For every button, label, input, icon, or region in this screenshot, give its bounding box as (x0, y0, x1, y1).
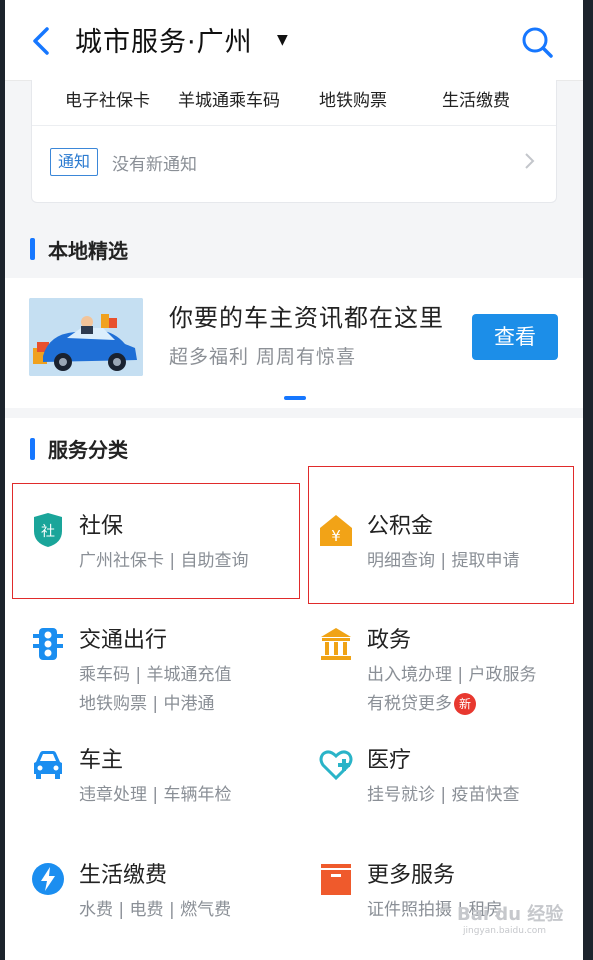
traffic-light-icon (33, 628, 63, 660)
medical-heart-icon (319, 750, 353, 781)
page-title[interactable]: 城市服务·广州 (75, 20, 253, 59)
carousel-indicator (284, 396, 306, 400)
promo-banner[interactable]: 你要的车主资讯都在这里 超多福利 周周有惊喜 查看 (5, 278, 583, 408)
city-dropdown-caret-icon[interactable]: ▼ (277, 32, 288, 48)
service-desc: 挂号就诊 | 疫苗快查 (367, 785, 520, 805)
highlight-box-social-security (12, 483, 300, 599)
phone-screen: 城市服务·广州 ▼ 电子社保卡 羊城通乘车码 地铁购票 生活缴费 通知 没有新通… (5, 0, 583, 960)
car-promo-image (29, 298, 143, 376)
car-icon (34, 751, 62, 779)
service-name: 更多服务 (367, 863, 456, 888)
service-desc-more: 地铁购票 | 中港通 (79, 694, 215, 714)
back-arrow-icon[interactable] (29, 26, 55, 56)
quick-link-yct-code[interactable]: 羊城通乘车码 (178, 86, 280, 111)
section-title-services: 服务分类 (48, 438, 128, 462)
new-badge: 新 (454, 693, 476, 715)
quick-links-card: 电子社保卡 羊城通乘车码 地铁购票 生活缴费 通知 没有新通知 (31, 80, 557, 203)
section-accent-bar (30, 238, 35, 260)
nav-header: 城市服务·广州 ▼ (5, 0, 583, 81)
chevron-right-icon[interactable] (524, 152, 536, 170)
box-icon (321, 864, 351, 895)
service-medical[interactable]: 医疗 挂号就诊 | 疫苗快查 (319, 742, 579, 822)
quick-link-metro-ticket[interactable]: 地铁购票 (319, 86, 387, 111)
service-desc: 乘车码 | 羊城通充值 (79, 665, 232, 685)
service-car-owner[interactable]: 车主 违章处理 | 车辆年检 (31, 742, 291, 822)
service-government[interactable]: 政务 出入境办理 | 户政服务 有税贷更多新 (319, 622, 579, 722)
service-name: 生活缴费 (79, 863, 168, 888)
watermark: Bai du 经验 (457, 904, 564, 925)
service-desc: 出入境办理 | 户政服务 (367, 665, 537, 685)
quick-link-social-card[interactable]: 电子社保卡 (65, 86, 150, 111)
quick-link-bill-payment[interactable]: 生活缴费 (442, 86, 510, 111)
view-button[interactable]: 查看 (472, 314, 558, 360)
service-name: 车主 (79, 748, 124, 773)
car-illustration-icon (29, 298, 143, 376)
section-title-local: 本地精选 (48, 239, 128, 263)
service-utilities[interactable]: 生活缴费 水费 | 电费 | 燃气费 (31, 857, 291, 937)
lightning-icon (32, 863, 64, 895)
notice-tag: 通知 (50, 148, 98, 176)
notice-text[interactable]: 没有新通知 (112, 150, 197, 175)
service-desc-more: 有税贷更多 (367, 694, 452, 714)
service-desc: 违章处理 | 车辆年检 (79, 785, 232, 805)
service-name: 医疗 (367, 748, 412, 773)
government-building-icon (321, 628, 351, 660)
promo-subtitle: 超多福利 周周有惊喜 (169, 346, 357, 368)
highlight-box-housing-fund (308, 466, 574, 604)
service-transport[interactable]: 交通出行 乘车码 | 羊城通充值 地铁购票 | 中港通 (31, 622, 291, 722)
section-accent-bar (30, 438, 35, 460)
watermark-url: jingyan.baidu.com (463, 926, 547, 936)
search-icon[interactable] (519, 24, 555, 60)
service-name: 政务 (367, 628, 412, 653)
service-desc-more-wrap: 有税贷更多新 (367, 689, 476, 715)
promo-title: 你要的车主资讯都在这里 (169, 304, 444, 332)
card-divider (32, 125, 556, 126)
service-desc: 水费 | 电费 | 燃气费 (79, 900, 232, 920)
service-name: 交通出行 (79, 628, 168, 653)
